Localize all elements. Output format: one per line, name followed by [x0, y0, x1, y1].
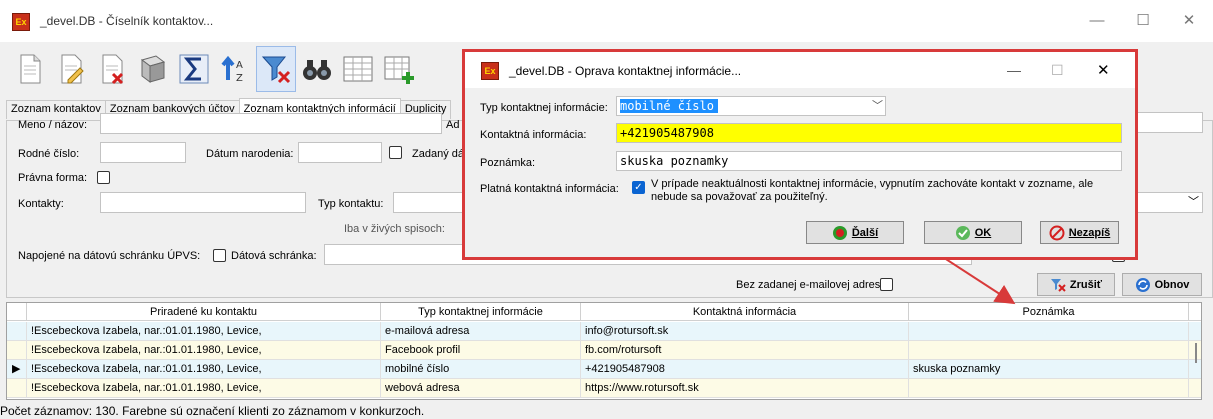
dialog-maximize-button[interactable]: ☐ — [1051, 62, 1064, 79]
chevron-down-icon[interactable]: ﹀ — [872, 97, 883, 115]
platna-checkbox[interactable]: ✓ — [632, 181, 645, 194]
dialog-title: _devel.DB - Oprava kontaktnej informácie… — [509, 64, 742, 78]
typ-kontaktnej-label: Typ kontaktnej informácie: — [480, 102, 608, 114]
platna-label: Platná kontaktná informácia: — [480, 183, 619, 195]
platna-description: V prípade neaktuálnosti kontaktnej infor… — [651, 178, 1094, 203]
ok-label: OK — [974, 226, 992, 239]
kontaktna-info-label: Kontaktná informácia: — [480, 129, 587, 141]
typ-kontaktnej-select[interactable]: mobilné číslo ﹀ — [616, 96, 886, 116]
typ-kontaktnej-value: mobilné číslo — [620, 99, 718, 113]
nezapis-label: Nezapíš — [1068, 226, 1111, 239]
edit-contact-dialog: Ex _devel.DB - Oprava kontaktnej informá… — [462, 49, 1138, 260]
cancel-icon — [1049, 225, 1065, 240]
dialog-minimize-button[interactable]: — — [1007, 62, 1021, 78]
poznamka-input[interactable]: skuska poznamky — [616, 151, 1122, 171]
nezapis-button[interactable]: Nezapíš — [1040, 221, 1119, 244]
dalsi-label: Ďalší — [851, 226, 879, 239]
checkmark-icon — [955, 225, 970, 240]
next-icon — [832, 225, 847, 240]
ok-button[interactable]: OK — [924, 221, 1022, 244]
kontaktna-info-input[interactable]: +421905487908 — [616, 123, 1122, 143]
dalsi-button[interactable]: Ďalší — [806, 221, 904, 244]
poznamka-label: Poznámka: — [480, 157, 536, 169]
dialog-close-button[interactable]: ✕ — [1097, 61, 1110, 79]
dialog-app-icon: Ex — [481, 62, 499, 80]
